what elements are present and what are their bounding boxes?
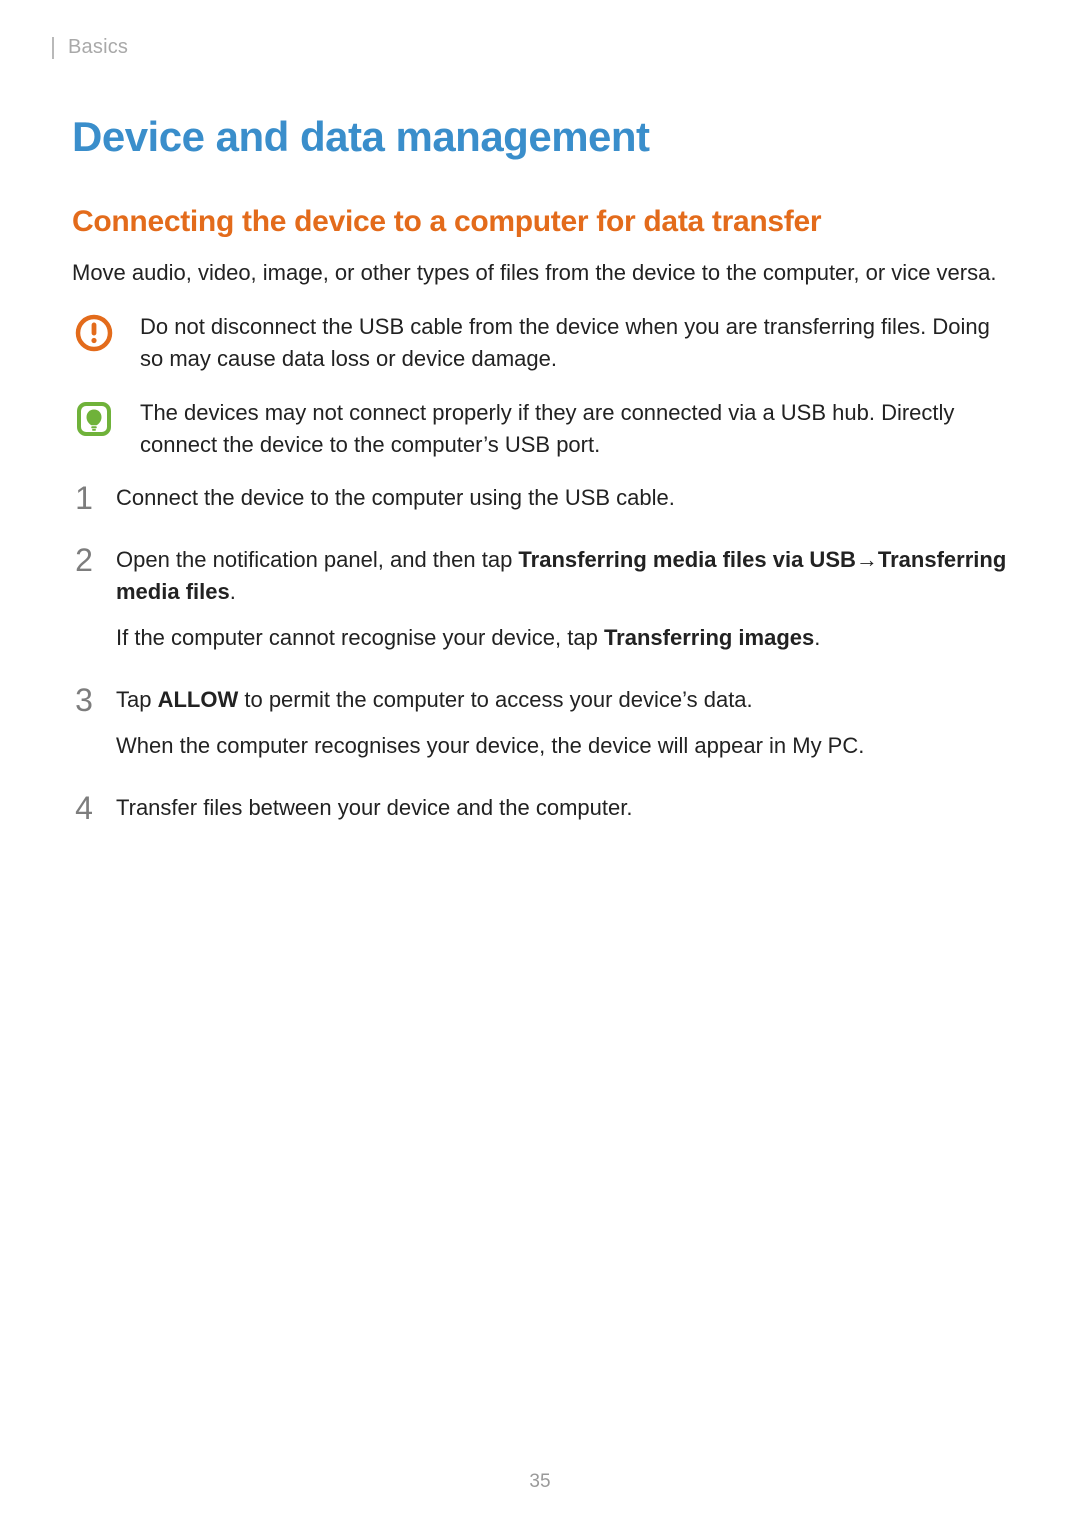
- step-number: 1: [72, 482, 96, 514]
- step-text: Open the notification panel, and then ta…: [116, 547, 518, 572]
- steps-list: 1 Connect the device to the computer usi…: [72, 482, 1008, 823]
- step-text: When the computer recognises your device…: [116, 733, 864, 758]
- callout-warning: Do not disconnect the USB cable from the…: [72, 311, 1008, 375]
- step-bold: Transferring images: [604, 625, 814, 650]
- intro-paragraph: Move audio, video, image, or other types…: [72, 257, 1008, 289]
- page-number: 35: [0, 1471, 1080, 1493]
- arrow-icon: →: [856, 544, 878, 576]
- step-text: .: [230, 579, 236, 604]
- step-body: Connect the device to the computer using…: [116, 482, 1008, 514]
- step-text: Connect the device to the computer using…: [116, 485, 675, 510]
- step-bold: Transferring media files via USB: [518, 547, 855, 572]
- step-text: .: [814, 625, 820, 650]
- step-bold: ALLOW: [158, 687, 239, 712]
- step-text: to permit the computer to access your de…: [238, 687, 752, 712]
- warning-icon: [72, 311, 116, 353]
- callout-note-text: The devices may not connect properly if …: [140, 397, 1008, 461]
- step-text: Transfer files between your device and t…: [116, 795, 632, 820]
- step-number: 3: [72, 684, 96, 716]
- step-text: Tap: [116, 687, 158, 712]
- section-subtitle: Connecting the device to a computer for …: [72, 205, 1008, 239]
- step-body: Open the notification panel, and then ta…: [116, 544, 1008, 654]
- step-text: If the computer cannot recognise your de…: [116, 625, 604, 650]
- step-1: 1 Connect the device to the computer usi…: [72, 482, 1008, 514]
- manual-page: Basics Device and data management Connec…: [0, 0, 1080, 1527]
- step-number: 4: [72, 792, 96, 824]
- step-4: 4 Transfer files between your device and…: [72, 792, 1008, 824]
- breadcrumb: Basics: [68, 36, 128, 59]
- step-2: 2 Open the notification panel, and then …: [72, 544, 1008, 654]
- step-body: Tap ALLOW to permit the computer to acce…: [116, 684, 1008, 762]
- callout-note: The devices may not connect properly if …: [72, 397, 1008, 461]
- step-body: Transfer files between your device and t…: [116, 792, 1008, 824]
- callout-warning-text: Do not disconnect the USB cable from the…: [140, 311, 1008, 375]
- page-title: Device and data management: [72, 113, 1008, 161]
- step-3: 3 Tap ALLOW to permit the computer to ac…: [72, 684, 1008, 762]
- breadcrumb-rule: [52, 37, 54, 59]
- breadcrumb-wrap: Basics: [72, 36, 1008, 59]
- note-icon: [72, 397, 116, 439]
- step-number: 2: [72, 544, 96, 576]
